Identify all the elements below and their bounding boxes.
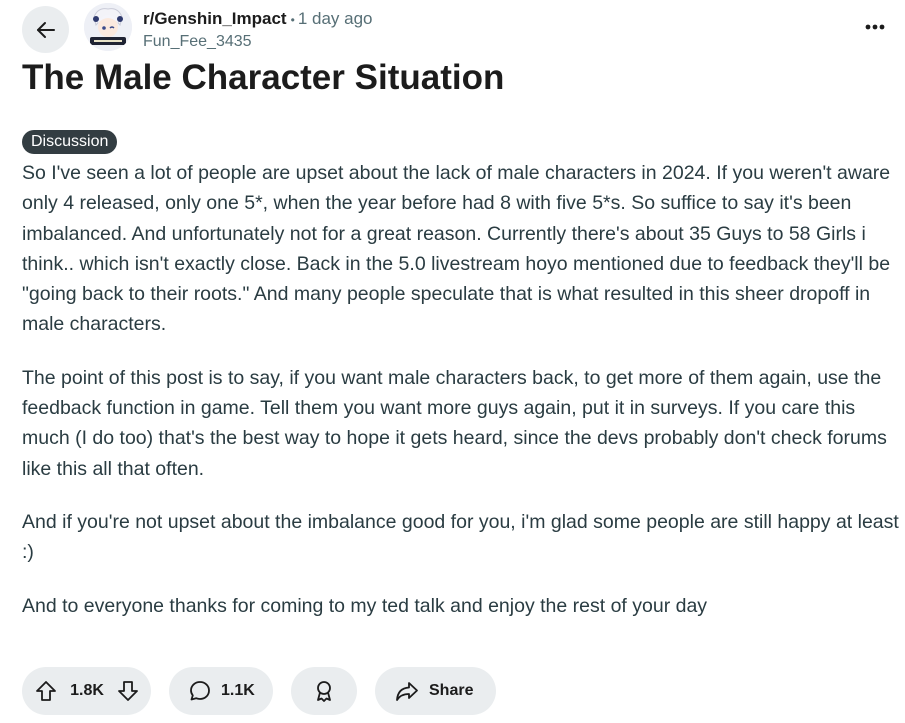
downvote-arrow-icon <box>117 680 139 702</box>
meta-row: r/Genshin_Impact • 1 day ago <box>143 8 373 31</box>
upvote-arrow-icon <box>35 680 57 702</box>
post-page: r/Genshin_Impact • 1 day ago Fun_Fee_3435 … <box>0 0 905 723</box>
post-timestamp: 1 day ago <box>297 9 373 28</box>
award-icon <box>313 680 335 702</box>
arrow-left-icon <box>34 18 58 42</box>
share-label: Share <box>429 682 474 699</box>
post-meta: r/Genshin_Impact • 1 day ago Fun_Fee_3435 <box>143 8 373 53</box>
body-paragraph: And to everyone thanks for coming to my … <box>22 594 708 617</box>
more-options-button[interactable] <box>863 15 887 39</box>
comments-button[interactable]: 1.1K <box>169 667 273 715</box>
comment-count: 1.1K <box>221 682 255 699</box>
subreddit-link[interactable]: r/Genshin_Impact <box>143 9 287 28</box>
back-button[interactable] <box>22 6 69 53</box>
post-body: So I've seen a lot of people are upset a… <box>22 158 900 644</box>
meta-separator: • <box>290 13 295 27</box>
body-paragraph: The point of this post is to say, if you… <box>22 366 887 480</box>
post-flair[interactable]: Discussion <box>22 130 118 154</box>
post-title: The Male Character Situation <box>22 58 505 97</box>
upvote-button[interactable] <box>22 680 68 702</box>
more-horizontal-icon <box>865 24 885 30</box>
vote-pill: 1.8K <box>22 667 151 715</box>
downvote-button[interactable] <box>106 680 150 702</box>
body-paragraph: So I've seen a lot of people are upset a… <box>22 162 891 336</box>
comment-bubble-icon <box>189 680 211 702</box>
upvote-count: 1.8K <box>70 682 104 699</box>
share-button[interactable]: Share <box>375 667 496 715</box>
share-arrow-icon <box>395 680 419 702</box>
subreddit-avatar[interactable] <box>84 3 132 51</box>
award-button[interactable] <box>291 667 357 715</box>
author-username[interactable]: Fun_Fee_3435 <box>143 31 373 53</box>
body-paragraph: And if you're not upset about the imbala… <box>22 510 899 564</box>
